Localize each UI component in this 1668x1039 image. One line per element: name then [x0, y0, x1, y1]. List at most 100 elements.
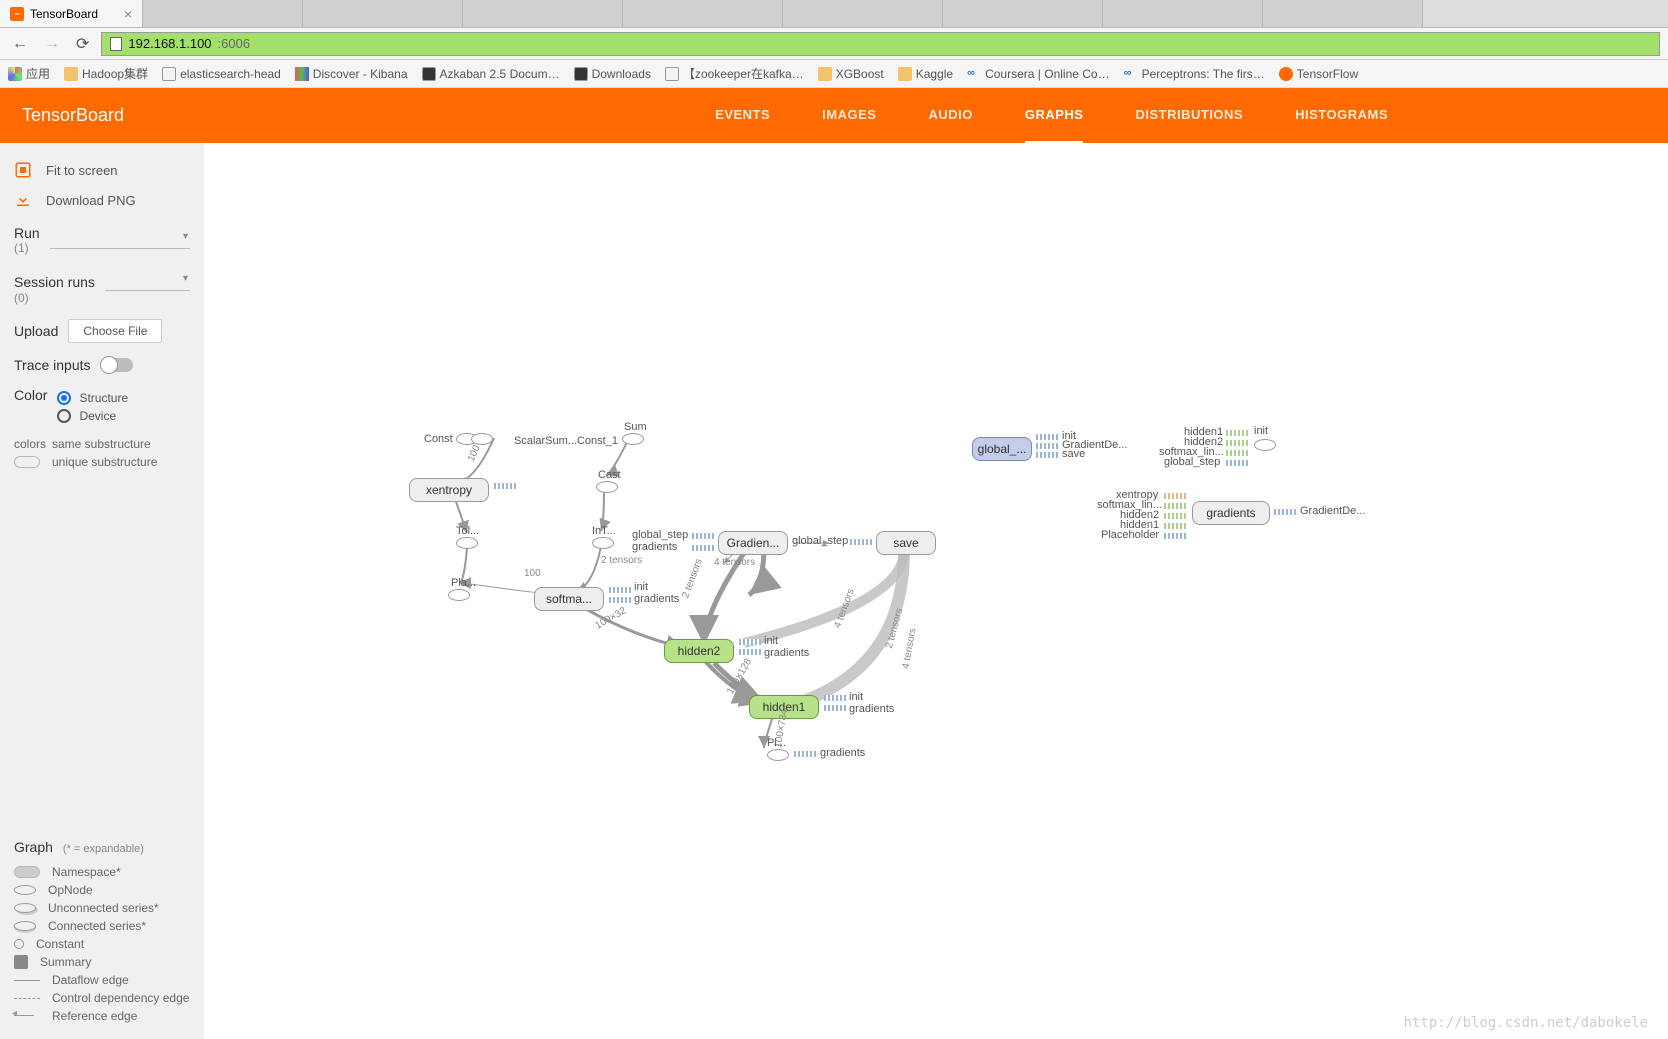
node-softmax[interactable]: softma...	[534, 587, 604, 611]
graph-canvas[interactable]: Const ScalarSum...Const_1 Sum Cast xentr…	[204, 143, 1668, 1039]
nav-back-icon[interactable]: ←	[8, 33, 32, 55]
radio-unchecked-icon	[57, 409, 71, 423]
tab-close-icon[interactable]: ×	[124, 6, 132, 22]
legend-title: Graph	[14, 839, 53, 855]
stripe-icon	[1226, 450, 1248, 456]
legend-item: Dataflow edge	[52, 973, 129, 987]
pla-op[interactable]	[448, 589, 470, 601]
bookmark-apps[interactable]: 应用	[8, 65, 50, 82]
run-select[interactable]	[50, 231, 190, 249]
tab-graphs[interactable]: GRAPHS	[1025, 88, 1084, 144]
sidebar: Fit to screen Download PNG Run (1) Sessi…	[0, 143, 204, 1039]
folder-icon	[898, 67, 912, 81]
browser-tab-inactive[interactable]	[463, 0, 623, 27]
gradientde-out: GradientDe...	[1300, 505, 1365, 517]
page-icon	[422, 67, 436, 81]
bookmark-item[interactable]: Kaggle	[898, 67, 953, 81]
bookmark-label: 应用	[26, 65, 50, 82]
browser-tab-inactive[interactable]	[303, 0, 463, 27]
node-global[interactable]: global_...	[972, 437, 1032, 461]
pl-bottom-op[interactable]	[767, 749, 789, 761]
coursera-icon: ∞	[967, 67, 981, 81]
url-input[interactable]: 192.168.1.100:6006	[101, 32, 1660, 56]
tab-histograms[interactable]: HISTOGRAMS	[1295, 88, 1388, 144]
tab-images[interactable]: IMAGES	[822, 88, 876, 144]
download-png-button[interactable]: Download PNG	[14, 185, 190, 215]
legend-item: OpNode	[48, 883, 93, 897]
bookmark-item[interactable]: 【zookeeper在kafka…	[665, 65, 804, 82]
fit-screen-icon	[14, 161, 32, 179]
browser-tab-inactive[interactable]	[623, 0, 783, 27]
const-label: Const	[424, 433, 453, 445]
app-tabs: EVENTS IMAGES AUDIO GRAPHS DISTRIBUTIONS…	[715, 88, 1388, 144]
radio-label: Structure	[79, 391, 128, 405]
tab-audio[interactable]: AUDIO	[928, 88, 972, 144]
fit-label: Fit to screen	[46, 163, 118, 178]
bookmark-item[interactable]: Azkaban 2.5 Docum…	[422, 67, 560, 81]
nav-reload-icon[interactable]: ⟳	[72, 32, 93, 56]
sum-op[interactable]	[622, 433, 644, 445]
bookmark-item[interactable]: Discover - Kibana	[295, 67, 408, 81]
tab-events[interactable]: EVENTS	[715, 88, 770, 144]
color-device-radio[interactable]: Device	[57, 409, 128, 423]
fit-to-screen-button[interactable]: Fit to screen	[14, 155, 190, 185]
globalstep-r: global_step	[1164, 456, 1220, 468]
color-structure-radio[interactable]: Structure	[57, 391, 128, 405]
colors-label: colors	[14, 437, 40, 451]
bookmark-item[interactable]: elasticsearch-head	[162, 67, 281, 81]
apps-icon	[8, 67, 22, 81]
page-icon	[162, 67, 176, 81]
bookmark-item[interactable]: TensorFlow	[1279, 67, 1358, 81]
stripe-icon	[1164, 513, 1186, 519]
browser-tab-inactive[interactable]	[1263, 0, 1423, 27]
stripe-icon	[1164, 523, 1186, 529]
bookmark-item[interactable]: XGBoost	[818, 67, 884, 81]
tol-op[interactable]	[456, 537, 478, 549]
bookmark-label: Kaggle	[916, 67, 953, 81]
tab-title: TensorBoard	[30, 7, 98, 21]
int-op[interactable]	[592, 537, 614, 549]
cast-op[interactable]	[596, 481, 618, 493]
stripe-icon	[1274, 509, 1296, 515]
browser-tab-inactive[interactable]	[783, 0, 943, 27]
bookmark-item[interactable]: ∞Perceptrons: The firs…	[1124, 67, 1265, 81]
node-save[interactable]: save	[876, 531, 936, 555]
nav-forward-icon[interactable]: →	[40, 33, 64, 55]
browser-tab-inactive[interactable]	[943, 0, 1103, 27]
control-edge-icon	[14, 998, 40, 999]
opnode-icon	[14, 885, 36, 895]
choose-file-button[interactable]: Choose File	[68, 319, 162, 343]
browser-tab-inactive[interactable]	[1103, 0, 1263, 27]
bookmark-item[interactable]: ∞Coursera | Online Co…	[967, 67, 1110, 81]
node-gradients-box[interactable]: gradients	[1192, 501, 1270, 525]
url-host: 192.168.1.100	[128, 36, 211, 51]
page-icon	[574, 67, 588, 81]
stripe-icon	[609, 587, 631, 593]
trace-inputs-toggle[interactable]	[101, 358, 133, 372]
legend-unique: unique substructure	[52, 455, 157, 469]
gradients-label2: gradients	[632, 541, 677, 553]
bookmark-item[interactable]: Hadoop集群	[64, 65, 148, 82]
node-gradien[interactable]: Gradien...	[718, 531, 788, 555]
bookmark-item[interactable]: Downloads	[574, 67, 651, 81]
tab-distributions[interactable]: DISTRIBUTIONS	[1135, 88, 1243, 144]
session-select[interactable]	[105, 273, 190, 291]
browser-tab-inactive[interactable]	[143, 0, 303, 27]
tol-label: Tol...	[456, 525, 479, 537]
trace-label: Trace inputs	[14, 357, 91, 373]
node-hidden2[interactable]: hidden2	[664, 639, 734, 663]
bookmark-label: Azkaban 2.5 Docum…	[440, 67, 560, 81]
download-label: Download PNG	[46, 193, 136, 208]
stripe-icon	[794, 751, 816, 757]
tab-favicon-icon: ~	[10, 7, 24, 21]
url-bar: ← → ⟳ 192.168.1.100:6006	[0, 28, 1668, 60]
stripe-icon	[1036, 434, 1058, 440]
legend-same: same substructure	[52, 437, 151, 451]
node-xentropy[interactable]: xentropy	[409, 478, 489, 502]
stripe-icon	[1164, 533, 1186, 539]
stripe-icon	[1164, 493, 1186, 499]
init-op-r[interactable]	[1254, 439, 1276, 451]
legend-item: Control dependency edge	[52, 991, 189, 1005]
browser-tab-active[interactable]: ~ TensorBoard ×	[0, 0, 143, 27]
legend-item: Unconnected series*	[48, 901, 159, 915]
